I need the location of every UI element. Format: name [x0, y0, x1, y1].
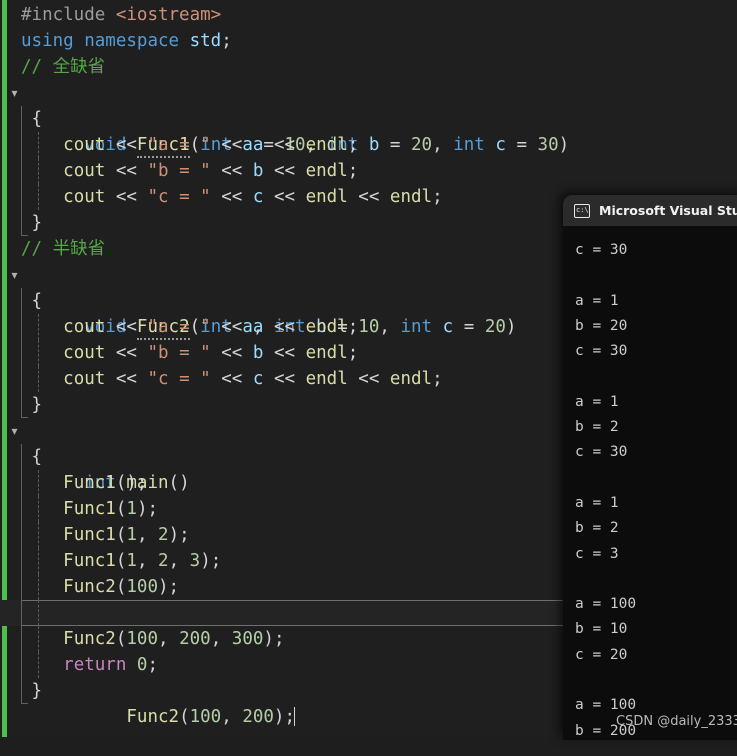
console-line: a = 100 [575, 596, 637, 613]
code-text: Func1(1, 2, 3); [63, 551, 222, 571]
scope-guide [21, 600, 22, 626]
console-output: c = 30 a = 1 b = 20 c = 30 a = 1 b = 2 c = 30 a… [563, 226, 737, 740]
scope-guide [21, 210, 28, 236]
code-text: } [31, 681, 43, 701]
console-window[interactable]: Microsoft Visual Studio c = 30 a = 1 b = 2… [563, 195, 737, 740]
code-text: cout << "c = " << c << endl << endl; [63, 187, 443, 207]
code-text: using namespace std; [21, 31, 232, 51]
code-text: Func2(100); [63, 577, 180, 597]
fold-chevron-down-icon[interactable]: ▾ [8, 418, 21, 444]
scope-guide [21, 288, 22, 314]
scope-guide [21, 314, 22, 340]
code-text: cout << "b = " << b << endl; [63, 161, 359, 181]
indent-guide [38, 340, 39, 366]
code-line[interactable]: cout << "a = " << a << endl; [0, 132, 737, 158]
scope-guide [21, 652, 22, 678]
scope-guide [21, 470, 22, 496]
scope-guide [21, 184, 22, 210]
code-text: { [31, 447, 43, 467]
code-text: } [31, 213, 43, 233]
scope-guide [21, 106, 22, 132]
comment-half-default: // 半缺省 [21, 239, 106, 259]
scope-guide [21, 158, 22, 184]
indent-guide [38, 522, 39, 548]
console-line: b = 10 [575, 621, 628, 638]
code-line[interactable]: { [0, 106, 737, 132]
scope-guide [21, 132, 22, 158]
console-line: b = 20 [575, 317, 628, 334]
watermark: CSDN @daily_2333 [616, 714, 737, 729]
code-text: Func2(100, 200); [126, 707, 295, 727]
code-text: cout << "a = " << a << endl; [63, 317, 359, 337]
indent-guide [38, 600, 39, 626]
scope-guide [21, 444, 22, 470]
comment-full-default: // 全缺省 [21, 57, 106, 77]
console-line: c = 30 [575, 343, 628, 360]
scope-guide [21, 626, 22, 652]
code-text: #include <iostream> [21, 5, 222, 25]
scope-guide [21, 574, 22, 600]
code-text: Func1(1, 2); [63, 525, 190, 545]
console-line: b = 2 [575, 520, 619, 537]
code-line[interactable]: #include <iostream> [0, 2, 737, 28]
indent-guide [38, 184, 39, 210]
fold-chevron-down-icon[interactable]: ▾ [8, 262, 21, 288]
console-line: c = 30 [575, 242, 628, 258]
code-text: } [31, 395, 43, 415]
console-line: a = 1 [575, 393, 619, 410]
indent-guide [38, 314, 39, 340]
indent-guide [38, 366, 39, 392]
indent-guide [38, 626, 39, 652]
console-line: b = 2 [575, 419, 619, 436]
code-text: { [31, 291, 43, 311]
code-line[interactable]: cout << "b = " << b << endl; [0, 158, 737, 184]
scope-guide [21, 678, 28, 704]
code-text: { [31, 109, 43, 129]
code-text: cout << "c = " << c << endl << endl; [63, 369, 443, 389]
console-line: c = 30 [575, 444, 628, 461]
indent-guide [38, 548, 39, 574]
code-line[interactable]: // 全缺省 [0, 54, 737, 80]
indent-guide [38, 574, 39, 600]
indent-guide [38, 132, 39, 158]
console-window-title: Microsoft Visual Studio [599, 203, 737, 218]
console-line: c = 20 [575, 646, 628, 663]
scope-guide [21, 522, 22, 548]
indent-guide [38, 470, 39, 496]
console-line: c = 3 [575, 545, 619, 562]
indent-guide [38, 652, 39, 678]
console-icon [574, 203, 590, 218]
console-titlebar[interactable]: Microsoft Visual Studio [563, 195, 737, 226]
code-text: return 0; [63, 655, 159, 675]
scope-guide [21, 392, 28, 418]
scope-guide [21, 548, 22, 574]
console-line: a = 1 [575, 292, 619, 309]
code-text: cout << "a = " << a << endl; [63, 135, 359, 155]
code-text: Func2(100, 200, 300); [63, 629, 285, 649]
text-caret [294, 707, 295, 726]
indent-guide [38, 496, 39, 522]
fold-chevron-down-icon[interactable]: ▾ [8, 80, 21, 106]
code-line[interactable]: using namespace std; [0, 28, 737, 54]
code-text: Func1(); [63, 473, 148, 493]
scope-guide [21, 340, 22, 366]
console-line: a = 1 [575, 494, 619, 511]
scope-guide [21, 496, 22, 522]
code-text: Func1(1); [63, 499, 159, 519]
scope-guide [21, 366, 22, 392]
code-line[interactable]: ▾ void Func1(int a = 10, int b = 20, int… [0, 80, 737, 158]
code-text: cout << "b = " << b << endl; [63, 343, 359, 363]
indent-guide [38, 158, 39, 184]
